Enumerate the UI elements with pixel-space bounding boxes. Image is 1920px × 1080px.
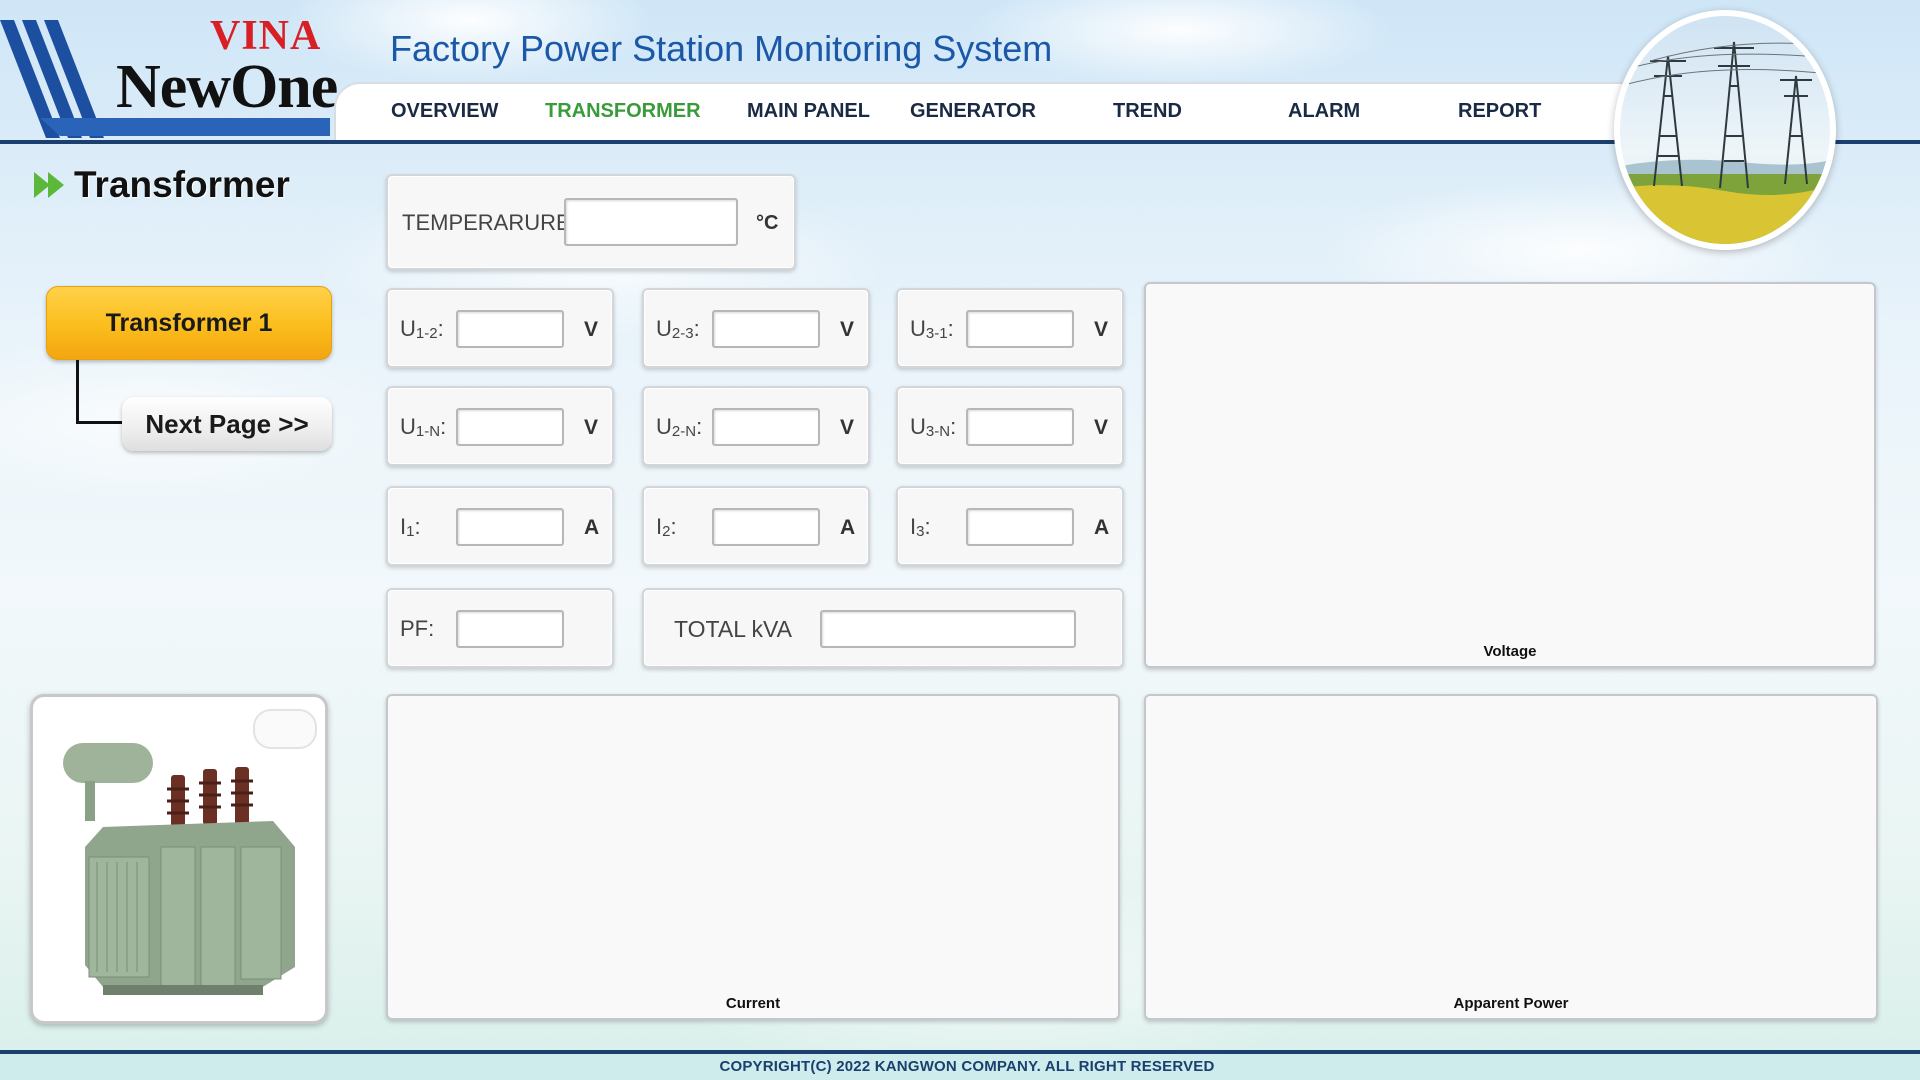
temperature-panel: TEMPERARURE: °C bbox=[386, 174, 796, 270]
u1n-label: U1-N: bbox=[400, 414, 447, 440]
u2n-unit: V bbox=[840, 416, 855, 439]
u1n-unit: V bbox=[584, 416, 599, 439]
u23-unit: V bbox=[840, 318, 855, 341]
u31-label: U3-1: bbox=[910, 316, 954, 342]
u12-panel: U1-2: V bbox=[386, 288, 614, 368]
pf-panel: PF: bbox=[386, 588, 614, 668]
i3-panel: I3: A bbox=[896, 486, 1124, 566]
transformer-image bbox=[63, 743, 295, 995]
i2-label: I2: bbox=[656, 514, 677, 540]
u3n-unit: V bbox=[1094, 416, 1109, 439]
u31-field[interactable] bbox=[966, 310, 1074, 348]
next-page-button[interactable]: Next Page >> bbox=[122, 397, 332, 451]
u12-unit: V bbox=[584, 318, 599, 341]
u3n-label: U3-N: bbox=[910, 414, 957, 440]
page-title-text: Transformer bbox=[74, 164, 290, 205]
double-chevron-right-icon bbox=[34, 172, 64, 198]
u1n-panel: U1-N: V bbox=[386, 386, 614, 466]
u31-unit: V bbox=[1094, 318, 1109, 341]
temperature-unit: °C bbox=[756, 212, 779, 234]
u3n-panel: U3-N: V bbox=[896, 386, 1124, 466]
app-title: Factory Power Station Monitoring System bbox=[390, 28, 1053, 69]
nav-trend[interactable]: TREND bbox=[1113, 100, 1182, 123]
transformer-image-frame bbox=[30, 694, 328, 1024]
u23-panel: U2-3: V bbox=[642, 288, 870, 368]
apparent-power-chart: Apparent Power bbox=[1144, 694, 1878, 1020]
i3-label: I3: bbox=[910, 514, 931, 540]
u23-field[interactable] bbox=[712, 310, 820, 348]
i2-panel: I2: A bbox=[642, 486, 870, 566]
nav-alarm[interactable]: ALARM bbox=[1288, 100, 1360, 123]
transformer-1-button[interactable]: Transformer 1 bbox=[46, 286, 332, 360]
brand-logo: VINA NewOne bbox=[0, 0, 338, 140]
u2n-field[interactable] bbox=[712, 408, 820, 446]
i2-unit: A bbox=[840, 516, 856, 539]
nav-transformer[interactable]: TRANSFORMER bbox=[545, 100, 701, 123]
current-chart-title: Current bbox=[725, 995, 781, 1012]
total-kva-field[interactable] bbox=[820, 610, 1076, 648]
temperature-field[interactable] bbox=[564, 198, 738, 246]
logo-name-text: NewOne bbox=[116, 53, 338, 121]
i2-field[interactable] bbox=[712, 508, 820, 546]
u2n-label: U2-N: bbox=[656, 414, 703, 440]
total-kva-label: TOTAL kVA bbox=[674, 616, 793, 642]
i1-panel: I1: A bbox=[386, 486, 614, 566]
u23-label: U2-3: bbox=[656, 316, 700, 342]
page-title: Transformer bbox=[34, 164, 290, 206]
pf-field[interactable] bbox=[456, 610, 564, 648]
nav-generator[interactable]: GENERATOR bbox=[910, 100, 1036, 123]
u12-field[interactable] bbox=[456, 310, 564, 348]
power-tower-image bbox=[1614, 10, 1836, 250]
total-kva-panel: TOTAL kVA bbox=[642, 588, 1124, 668]
voltage-chart-title: Voltage bbox=[1483, 643, 1537, 660]
i1-unit: A bbox=[584, 516, 600, 539]
u1n-field[interactable] bbox=[456, 408, 564, 446]
u2n-panel: U2-N: V bbox=[642, 386, 870, 466]
tree-connector bbox=[76, 360, 124, 424]
i1-field[interactable] bbox=[456, 508, 564, 546]
nav-overview[interactable]: OVERVIEW bbox=[391, 100, 498, 123]
pf-label: PF: bbox=[400, 616, 435, 641]
current-chart: Current bbox=[386, 694, 1120, 1020]
temperature-label: TEMPERARURE: bbox=[402, 210, 577, 235]
footer-copyright: COPYRIGHT(C) 2022 KANGWON COMPANY. ALL R… bbox=[719, 1058, 1215, 1075]
apparent-power-chart-title: Apparent Power bbox=[1453, 995, 1569, 1012]
u3n-field[interactable] bbox=[966, 408, 1074, 446]
nav-main-panel[interactable]: MAIN PANEL bbox=[747, 100, 870, 123]
u12-label: U1-2: bbox=[400, 316, 444, 342]
u31-panel: U3-1: V bbox=[896, 288, 1124, 368]
nav-report[interactable]: REPORT bbox=[1458, 100, 1541, 123]
i3-unit: A bbox=[1094, 516, 1110, 539]
voltage-chart: Voltage bbox=[1144, 282, 1876, 668]
i1-label: I1: bbox=[400, 514, 421, 540]
i3-field[interactable] bbox=[966, 508, 1074, 546]
